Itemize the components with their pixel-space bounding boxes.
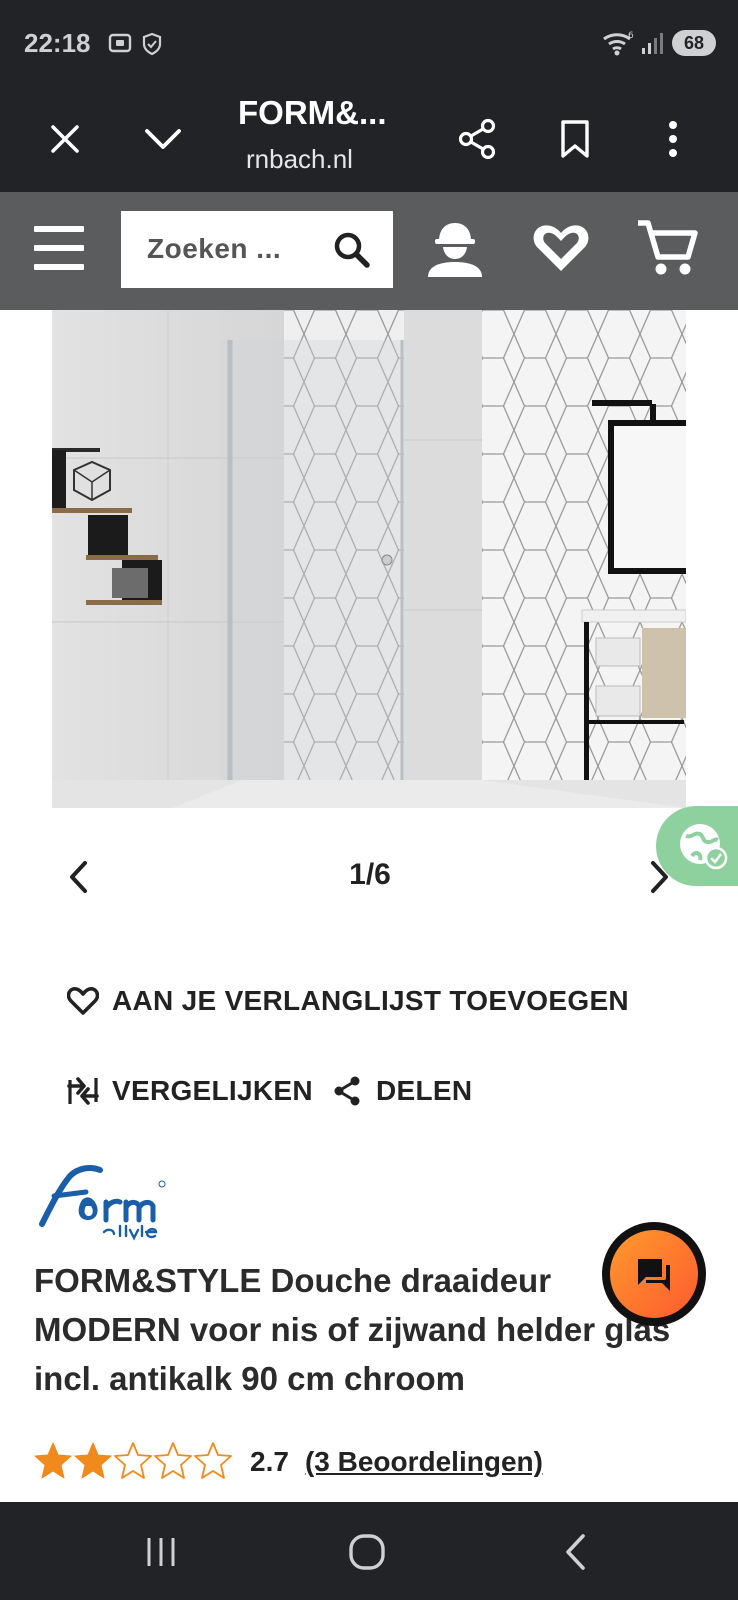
reviews-link[interactable]: (3 Beoordelingen) (305, 1446, 543, 1478)
share-product-button[interactable]: DELEN (328, 1072, 472, 1110)
star-empty-icon (194, 1441, 232, 1484)
star-filled-icon (34, 1441, 72, 1484)
product-title: FORM&STYLE Douche draaideur MODERN voor … (34, 1262, 671, 1397)
site-header: Zoeken ... (0, 192, 738, 310)
back-icon[interactable] (550, 1532, 600, 1572)
more-icon[interactable] (648, 114, 698, 164)
heart-icon (64, 982, 102, 1020)
compare-button[interactable]: VERGELIJKEN (64, 1072, 313, 1110)
browser-toolbar: FORM&... rnbach.nl (0, 88, 738, 192)
screen-record-icon (108, 32, 132, 59)
rating-value: 2.7 (250, 1446, 289, 1477)
carousel-prev-icon[interactable] (58, 854, 98, 900)
account-icon[interactable] (420, 212, 490, 284)
compare-icon (64, 1072, 102, 1110)
page-title: FORM&... (238, 94, 387, 131)
menu-icon[interactable] (34, 226, 84, 270)
share-icon[interactable] (452, 114, 502, 164)
search-placeholder: Zoeken ... (147, 233, 282, 264)
shield-icon (142, 32, 162, 61)
close-icon[interactable] (40, 114, 90, 164)
globe-icon (680, 824, 728, 870)
svg-text:6: 6 (628, 31, 634, 41)
home-icon[interactable] (342, 1532, 392, 1572)
bookmark-icon[interactable] (550, 114, 600, 164)
system-nav-bar (0, 1502, 738, 1600)
product-image[interactable] (52, 310, 686, 808)
share-label: DELEN (376, 1075, 473, 1106)
page-url[interactable]: rnbach.nl (246, 144, 353, 175)
star-filled-icon (74, 1441, 112, 1484)
product-rating[interactable]: 2.7 (3 Beoordelingen) (34, 1440, 543, 1484)
search-input[interactable]: Zoeken ... (121, 211, 393, 288)
chevron-down-icon[interactable] (138, 114, 188, 164)
chat-icon (638, 1259, 670, 1291)
wifi-icon: 6 (602, 30, 636, 61)
status-time: 22:18 (24, 28, 91, 58)
gallery-counter: 1/6 (349, 858, 391, 891)
battery-indicator: 68 (672, 30, 716, 56)
wishlist-label: AAN JE VERLANGLIJST TOEVOEGEN (112, 985, 629, 1016)
wishlist-icon[interactable] (526, 212, 596, 284)
recent-apps-icon[interactable] (136, 1532, 186, 1572)
translate-fab[interactable] (656, 806, 738, 886)
chat-button[interactable] (602, 1222, 706, 1326)
star-empty-icon (114, 1441, 152, 1484)
search-icon[interactable] (333, 231, 371, 274)
share-icon (328, 1072, 366, 1110)
brand-logo[interactable] (34, 1162, 169, 1242)
status-bar: 22:18 6 68 (0, 0, 738, 88)
rating-stars (34, 1441, 234, 1484)
compare-label: VERGELIJKEN (112, 1075, 313, 1106)
star-empty-icon (154, 1441, 192, 1484)
signal-icon (640, 30, 664, 61)
cart-icon[interactable] (632, 212, 702, 284)
add-to-wishlist-button[interactable]: AAN JE VERLANGLIJST TOEVOEGEN (64, 982, 629, 1020)
